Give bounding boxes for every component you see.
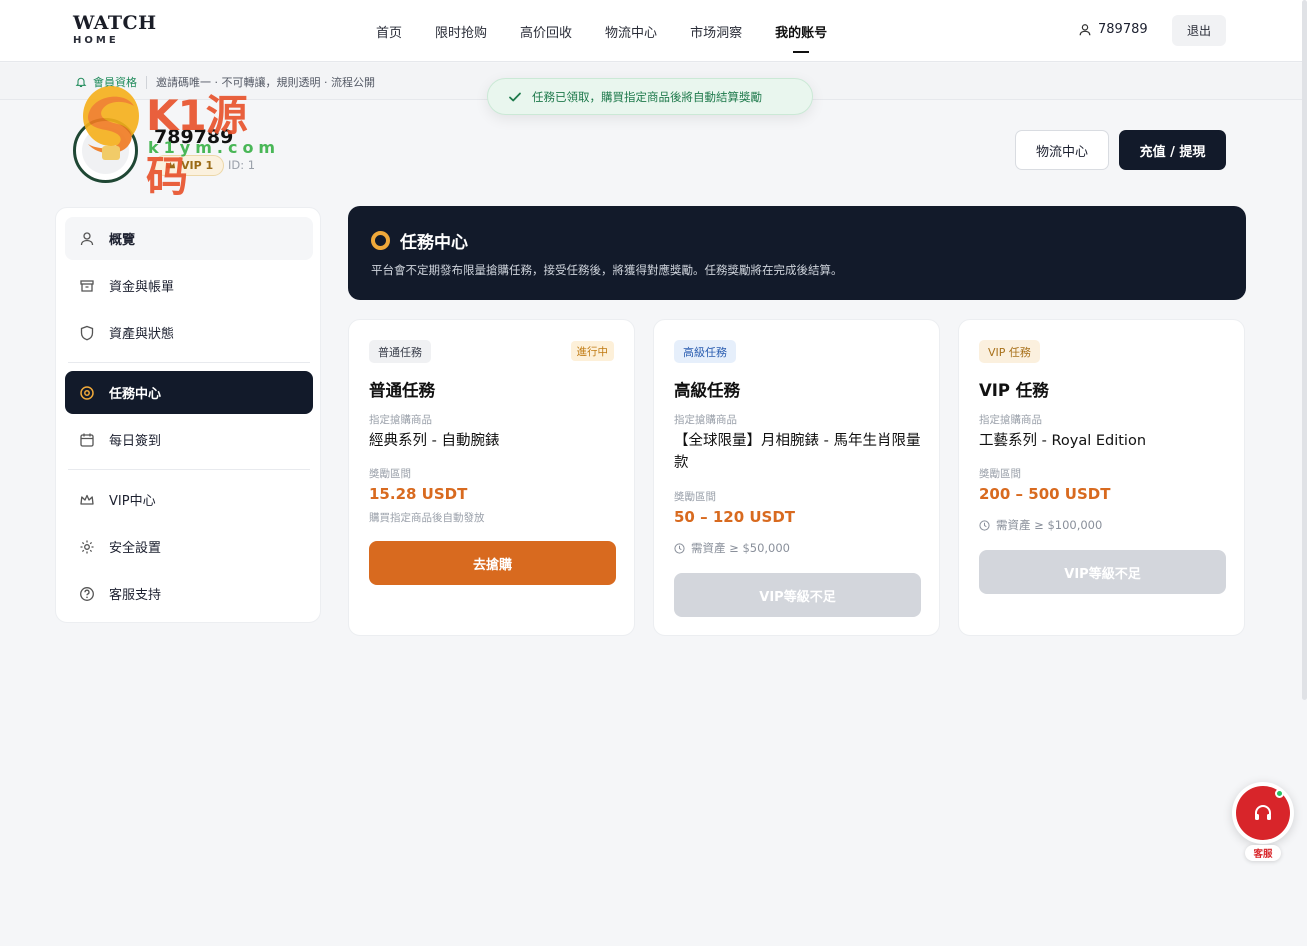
headset-icon <box>1255 805 1271 820</box>
target-icon <box>371 231 390 250</box>
sidebar-item-vip[interactable]: VIP中心 <box>65 478 313 521</box>
vip-badge: VIP 1 <box>154 155 225 176</box>
sidebar-item-label: VIP中心 <box>109 494 156 509</box>
task-title: 普通任務 <box>369 381 435 400</box>
logout-button[interactable]: 退出 <box>1172 15 1226 46</box>
top-navbar: WATCH HOME 首页 限时抢购 高价回收 物流中心 市场洞察 我的账号 7… <box>0 0 1307 62</box>
sidebar-item-label: 資金與帳單 <box>109 280 175 295</box>
task-title: 高級任務 <box>674 381 740 400</box>
user-menu[interactable]: 789789 <box>1078 22 1148 37</box>
requirement-text: 需資產 ≥ $100,000 <box>996 518 1103 532</box>
asset-requirement: 需資產 ≥ $100,000 <box>979 517 1102 533</box>
shield-icon <box>80 325 94 340</box>
invite-note: 邀請碼唯一 · 不可轉讓，規則透明 · 流程公開 <box>156 76 375 89</box>
sidebar-item-overview[interactable]: 概覽 <box>65 217 313 260</box>
sidebar-item-label: 概覽 <box>109 233 136 248</box>
help-icon <box>80 586 94 601</box>
product-label: 指定搶購商品 <box>369 414 432 426</box>
vip-insufficient-button[interactable]: VIP等級不足 <box>674 573 921 617</box>
bell-icon <box>75 77 87 88</box>
avatar <box>73 118 138 183</box>
calendar-icon <box>80 433 94 447</box>
sidebar-item-tasks[interactable]: 任務中心 <box>65 371 313 414</box>
main-nav: 首页 限时抢购 高价回收 物流中心 市场洞察 我的账号 <box>376 22 860 53</box>
status-badge: 進行中 <box>570 341 614 361</box>
customer-service-button[interactable] <box>1232 782 1294 844</box>
nav-market[interactable]: 市场洞察 <box>690 22 742 41</box>
product-name: 經典系列 - 自動腕錶 <box>369 433 500 449</box>
vip-level: VIP 1 <box>181 159 214 172</box>
vip-insufficient-button[interactable]: VIP等級不足 <box>979 550 1226 594</box>
asset-requirement: 需資產 ≥ $50,000 <box>674 540 790 556</box>
toast-message: 任務已領取，購買指定商品後將自動結算獎勵 <box>532 89 762 104</box>
product-label: 指定搶購商品 <box>979 414 1042 426</box>
nav-recycle[interactable]: 高价回收 <box>520 22 572 41</box>
auto-payout-note: 購買指定商品後自動發放 <box>369 512 485 524</box>
archive-icon <box>80 279 94 292</box>
sidebar-item-support[interactable]: 客服支持 <box>65 572 313 615</box>
recharge-withdraw-button[interactable]: 充值 / 提現 <box>1119 130 1226 170</box>
sidebar-item-funds[interactable]: 資金與帳單 <box>65 264 313 307</box>
sidebar-item-security[interactable]: 安全設置 <box>65 525 313 568</box>
nav-logistics[interactable]: 物流中心 <box>605 22 657 41</box>
product-label: 指定搶購商品 <box>674 414 737 426</box>
reward-value: 50 – 120 USDT <box>674 508 796 526</box>
divider <box>146 75 147 89</box>
sidebar-item-label: 資產與狀態 <box>109 327 175 342</box>
user-name: 789789 <box>1098 22 1148 37</box>
gear-icon <box>80 540 94 553</box>
logistics-button[interactable]: 物流中心 <box>1015 130 1109 170</box>
sidebar-item-label: 安全設置 <box>109 541 162 556</box>
reward-value: 15.28 USDT <box>369 485 468 503</box>
task-card-vip: VIP 任務 VIP 任務 指定搶購商品 工藝系列 - Royal Editio… <box>958 319 1245 636</box>
reward-label: 獎勵區間 <box>674 491 716 503</box>
customer-service-label: 客服 <box>1245 845 1281 861</box>
product-name: 【全球限量】月相腕錶 - 馬年生肖限量款 <box>674 433 921 471</box>
nav-my-account[interactable]: 我的账号 <box>775 22 827 53</box>
clock-icon <box>674 542 685 554</box>
nav-flash-sale[interactable]: 限时抢购 <box>435 22 487 41</box>
sidebar-item-checkin[interactable]: 每日簽到 <box>65 418 313 461</box>
sidebar-divider <box>68 469 310 470</box>
user-id: ID: 1 <box>228 158 256 172</box>
success-toast: 任務已領取，購買指定商品後將自動結算獎勵 <box>487 78 813 115</box>
target-icon <box>80 385 94 400</box>
reward-value: 200 – 500 USDT <box>979 485 1111 503</box>
sidebar-item-label: 任務中心 <box>109 387 162 402</box>
grab-button[interactable]: 去搶購 <box>369 541 616 585</box>
task-center-title: 任務中心 <box>400 233 468 253</box>
requirement-text: 需資產 ≥ $50,000 <box>691 541 791 555</box>
task-card-advanced: 高級任務 高級任務 指定搶購商品 【全球限量】月相腕錶 - 馬年生肖限量款 獎勵… <box>653 319 940 636</box>
task-type-tag: VIP 任務 <box>979 340 1040 363</box>
user-icon <box>1079 23 1091 35</box>
check-icon <box>509 92 521 101</box>
brand-sub: HOME <box>73 35 119 46</box>
sidebar: 概覽 資金與帳單 資產與狀態 任務中心 每日簽到 VIP中心 安全設置 客服支持 <box>55 207 321 623</box>
clock-icon <box>979 519 990 531</box>
brand-logo[interactable]: WATCH HOME <box>73 12 157 46</box>
scrollbar[interactable] <box>1302 0 1307 700</box>
product-name: 工藝系列 - Royal Edition <box>979 433 1147 449</box>
user-icon <box>80 231 94 245</box>
sidebar-item-assets[interactable]: 資產與狀態 <box>65 311 313 354</box>
sidebar-item-label: 客服支持 <box>109 588 162 603</box>
reward-label: 獎勵區間 <box>369 468 411 480</box>
reward-label: 獎勵區間 <box>979 468 1021 480</box>
member-status: 會員資格 <box>93 76 137 89</box>
task-center-banner: 任務中心 平台會不定期發布限量搶購任務，接受任務後，將獲得對應獎勵。任務獎勵將在… <box>348 206 1246 300</box>
online-indicator <box>1275 789 1284 798</box>
profile-username: 789789 <box>154 126 234 148</box>
crown-icon <box>165 161 176 169</box>
task-card-normal: 普通任務 進行中 普通任務 指定搶購商品 經典系列 - 自動腕錶 獎勵區間 15… <box>348 319 635 636</box>
sidebar-item-label: 每日簽到 <box>109 434 162 449</box>
nav-home[interactable]: 首页 <box>376 22 402 41</box>
crown-icon <box>80 494 94 505</box>
sidebar-divider <box>68 362 310 363</box>
task-center-description: 平台會不定期發布限量搶購任務，接受任務後，將獲得對應獎勵。任務獎勵將在完成後結算… <box>371 263 843 277</box>
task-title: VIP 任務 <box>979 381 1049 400</box>
task-type-tag: 高級任務 <box>674 340 736 363</box>
task-type-tag: 普通任務 <box>369 340 431 363</box>
brand-name: WATCH <box>73 12 157 34</box>
